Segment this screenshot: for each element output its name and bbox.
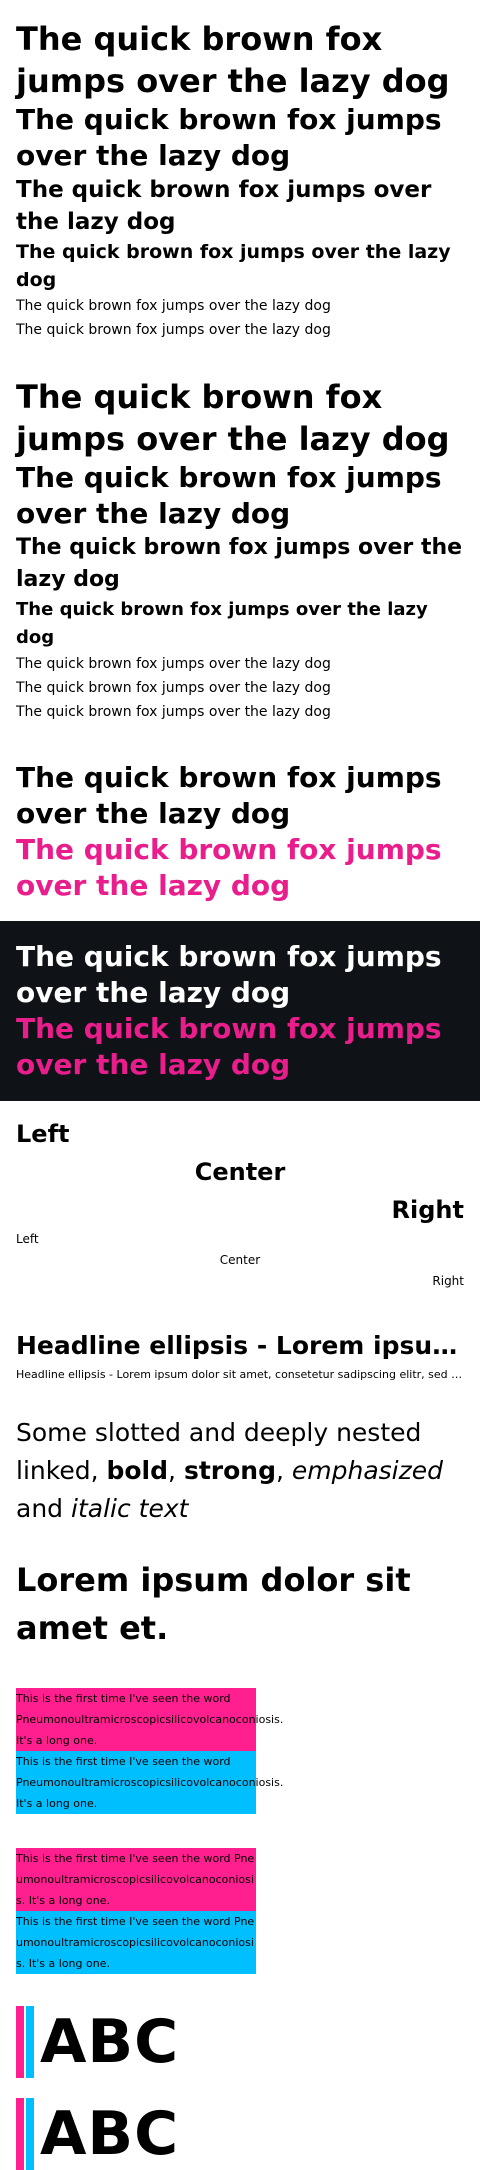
text-size-2: The quick brown fox jumps over the lazy …	[16, 461, 442, 530]
comma: ,	[168, 1456, 176, 1485]
long-word-box-pink: This is the first time I've seen the wor…	[16, 1688, 283, 1751]
text-size-3: The quick brown fox jumps over the lazy …	[16, 535, 463, 592]
default-color-text: The quick brown fox jumps over the lazy …	[16, 761, 442, 830]
pink-bar	[16, 2006, 24, 2078]
lorem-section: Lorem ipsum dolor sit amet et.	[0, 1528, 480, 1652]
headline-2: The quick brown fox jumps over the lazy …	[16, 103, 442, 172]
headline-4: The quick brown fox jumps over the lazy …	[16, 241, 451, 291]
text-size-5: The quick brown fox jumps over the lazy …	[16, 656, 331, 672]
headline-5: The quick brown fox jumps over the lazy …	[16, 298, 331, 314]
nested-italic: italic text	[71, 1494, 189, 1523]
comma: ,	[275, 1456, 284, 1485]
long-word-box-blue-broken: This is the first time I've seen the wor…	[16, 1911, 256, 1974]
comma: ,	[90, 1456, 99, 1485]
headline-6: The quick brown fox jumps over the lazy …	[16, 322, 331, 338]
long-word-box-pink-broken: This is the first time I've seen the wor…	[16, 1848, 256, 1911]
align-left-small: Left	[16, 1232, 39, 1246]
align-right-headline: Right	[391, 1196, 464, 1224]
ellipsis-headline: Headline ellipsis - Lorem ipsum dolor si…	[16, 1331, 464, 1360]
text-size-1: The quick brown fox jumps over the lazy …	[16, 378, 450, 458]
headline-sizes-section: The quick brown fox jumps over the lazy …	[0, 0, 480, 342]
text-size-6: The quick brown fox jumps over the lazy …	[16, 680, 331, 696]
long-word-section-1: This is the first time I've seen the wor…	[0, 1652, 480, 1814]
long-word-box-blue: This is the first time I've seen the wor…	[16, 1751, 283, 1814]
color-light-section: The quick brown fox jumps over the lazy …	[0, 724, 480, 904]
abc-row-2: ABC	[16, 2098, 464, 2170]
pink-bar	[16, 2098, 24, 2170]
pink-color-text: The quick brown fox jumps over the lazy …	[16, 833, 442, 902]
nested-paragraph: Some slotted and deeply nested linked, b…	[16, 1414, 464, 1528]
abc-section: ABC ABC	[0, 1974, 480, 2170]
nested-strong: strong	[183, 1456, 276, 1485]
text-sizes-section: The quick brown fox jumps over the lazy …	[0, 342, 480, 724]
long-word-section-2: This is the first time I've seen the wor…	[0, 1814, 480, 1974]
headline-1: The quick brown fox jumps over the lazy …	[16, 20, 450, 100]
dark-theme-section: The quick brown fox jumps over the lazy …	[0, 921, 480, 1101]
align-right-small: Right	[432, 1274, 464, 1288]
alignment-section: Left Center Right Left Center Right	[0, 1101, 480, 1292]
blue-bar	[26, 2006, 34, 2078]
text-size-4: The quick brown fox jumps over the lazy …	[16, 599, 428, 648]
lorem-display: Lorem ipsum dolor sit amet et.	[16, 1561, 411, 1647]
dark-pink-text: The quick brown fox jumps over the lazy …	[16, 1012, 442, 1081]
align-left-headline: Left	[16, 1120, 70, 1148]
blue-bar	[26, 2098, 34, 2170]
nested-bold: bold	[106, 1456, 169, 1485]
ellipsis-small: Headline ellipsis - Lorem ipsum dolor si…	[16, 1368, 464, 1381]
nested-text-section: Some slotted and deeply nested linked, b…	[0, 1386, 480, 1528]
abc-text-2: ABC	[40, 2099, 180, 2169]
nested-lead: Some slotted and deeply nested	[16, 1418, 422, 1447]
nested-emphasized: emphasized	[291, 1456, 443, 1485]
nested-and: and	[16, 1494, 64, 1523]
dark-default-text: The quick brown fox jumps over the lazy …	[16, 940, 442, 1009]
headline-3: The quick brown fox jumps over the lazy …	[16, 177, 432, 235]
ellipsis-section: Headline ellipsis - Lorem ipsum dolor si…	[0, 1292, 480, 1386]
abc-row-1: ABC	[16, 2006, 464, 2078]
nested-link[interactable]: linked	[16, 1456, 91, 1485]
align-center-small: Center	[219, 1253, 261, 1267]
text-size-7: The quick brown fox jumps over the lazy …	[16, 704, 331, 720]
align-center-headline: Center	[194, 1158, 286, 1186]
abc-text-1: ABC	[40, 2007, 180, 2077]
